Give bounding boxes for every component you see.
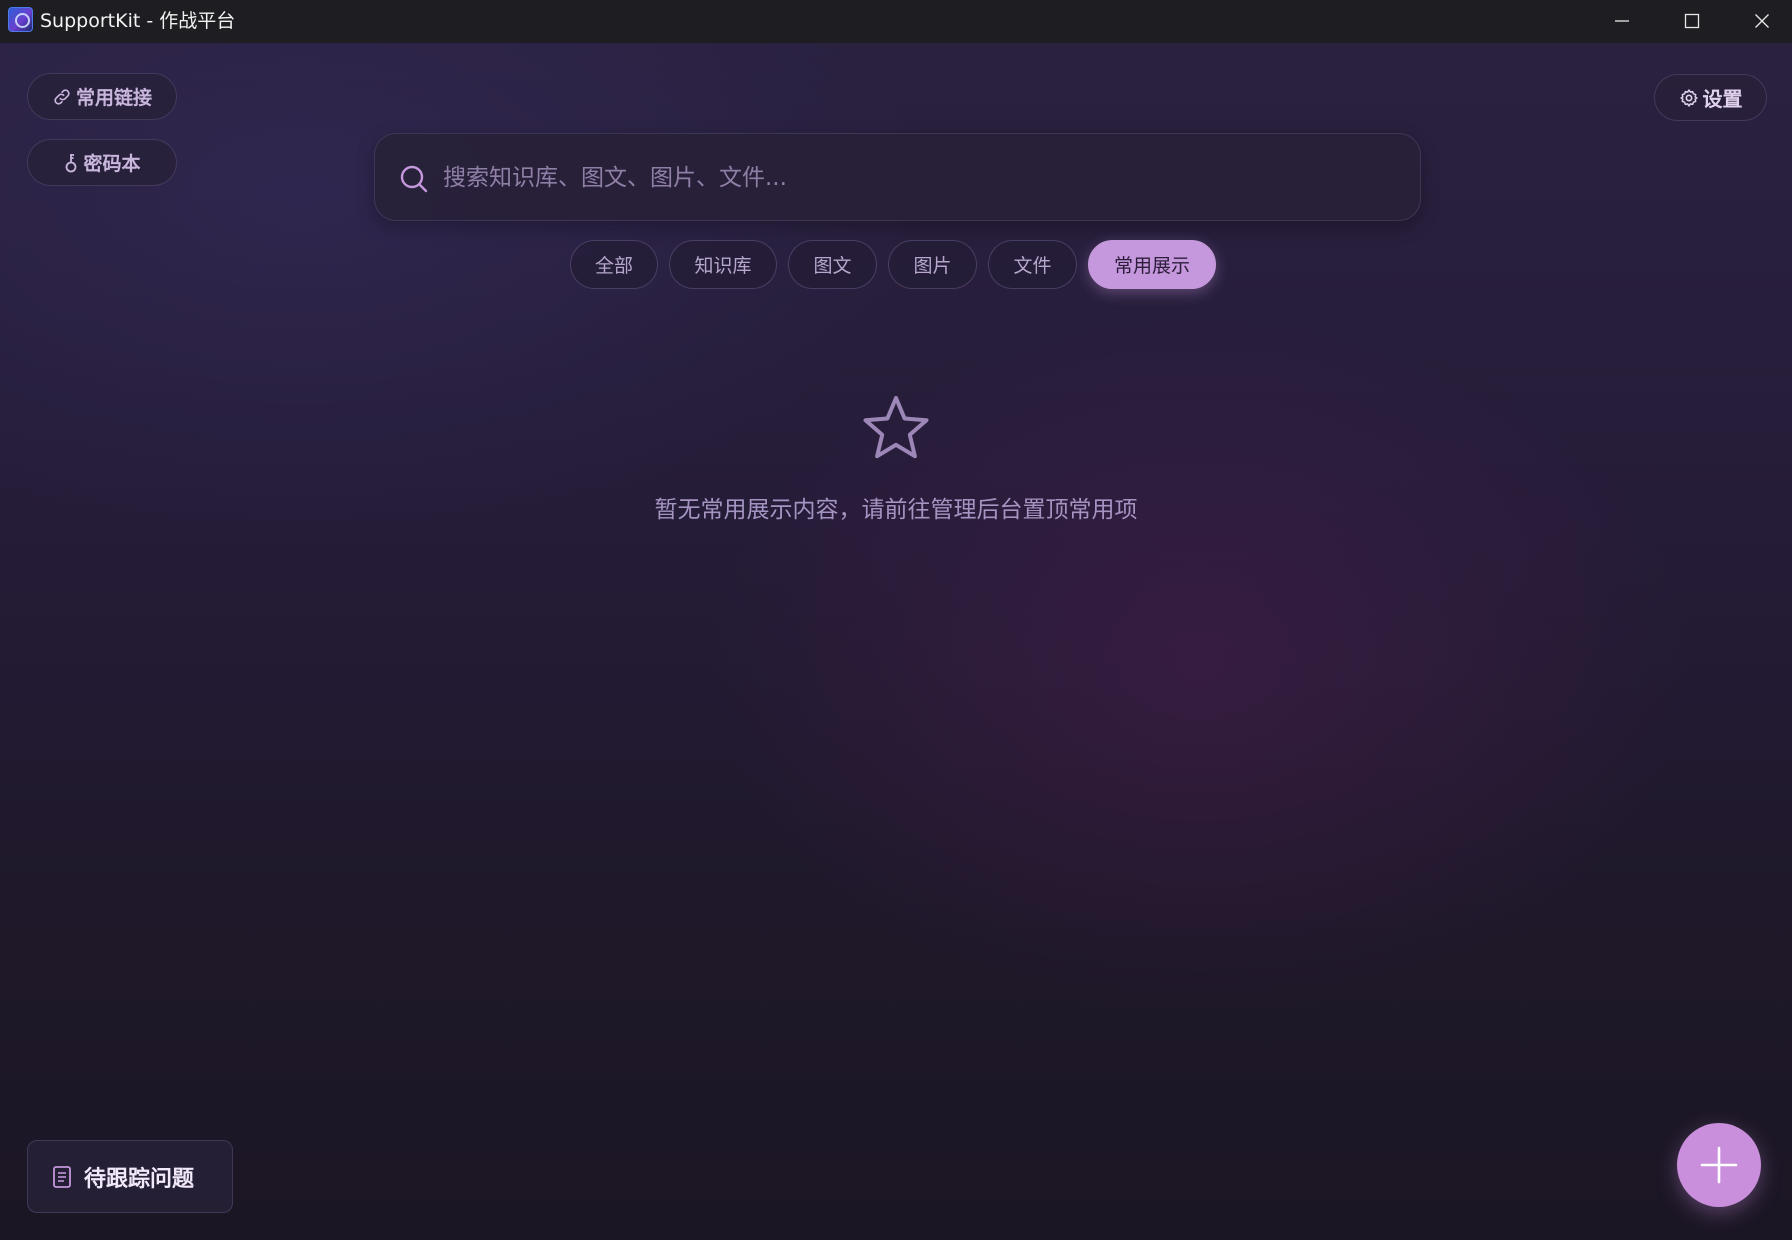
- pending-issues-label: 待跟踪问题: [84, 1166, 195, 1192]
- add-button[interactable]: [1677, 1123, 1761, 1207]
- main-area: 常用链接 密码本 设置 全部 知识库 图文 图片 文件 常用展示: [0, 43, 1792, 1240]
- close-icon: [1755, 14, 1769, 28]
- password-book-button[interactable]: 密码本: [27, 139, 177, 186]
- settings-button[interactable]: 设置: [1654, 74, 1767, 121]
- pending-issues-button[interactable]: 待跟踪问题: [27, 1140, 233, 1213]
- maximize-button[interactable]: [1657, 0, 1727, 43]
- settings-label: 设置: [1702, 87, 1743, 111]
- document-icon: [53, 1165, 71, 1188]
- search-icon: [400, 165, 428, 193]
- empty-state-message: 暂无常用展示内容，请前往管理后台置顶常用项: [654, 497, 1138, 523]
- common-links-button[interactable]: 常用链接: [27, 73, 177, 120]
- search-input[interactable]: [441, 154, 1381, 202]
- common-links-label: 常用链接: [75, 87, 152, 109]
- window-title: SupportKit - 作战平台: [40, 10, 236, 32]
- plus-icon: [1700, 1146, 1738, 1184]
- star-icon: [863, 396, 929, 459]
- password-book-label: 密码本: [83, 153, 141, 175]
- tab-all[interactable]: 全部: [570, 240, 658, 289]
- tab-articles[interactable]: 图文: [788, 240, 877, 289]
- minimize-button[interactable]: [1587, 0, 1657, 43]
- maximize-icon: [1684, 13, 1700, 29]
- tab-knowledge-base[interactable]: 知识库: [669, 240, 777, 289]
- gear-icon: [1679, 88, 1698, 107]
- minimize-icon: [1615, 20, 1629, 22]
- link-icon: [54, 88, 70, 105]
- close-button[interactable]: [1727, 0, 1792, 43]
- title-bar: SupportKit - 作战平台: [0, 0, 1792, 43]
- app-logo-icon: [8, 7, 33, 32]
- search-bar[interactable]: [374, 133, 1421, 221]
- tab-images[interactable]: 图片: [888, 240, 977, 289]
- tab-files[interactable]: 文件: [988, 240, 1077, 289]
- key-icon: [66, 153, 77, 172]
- filter-tabs: 全部 知识库 图文 图片 文件 常用展示: [570, 240, 1216, 290]
- tab-common-display[interactable]: 常用展示: [1088, 240, 1216, 289]
